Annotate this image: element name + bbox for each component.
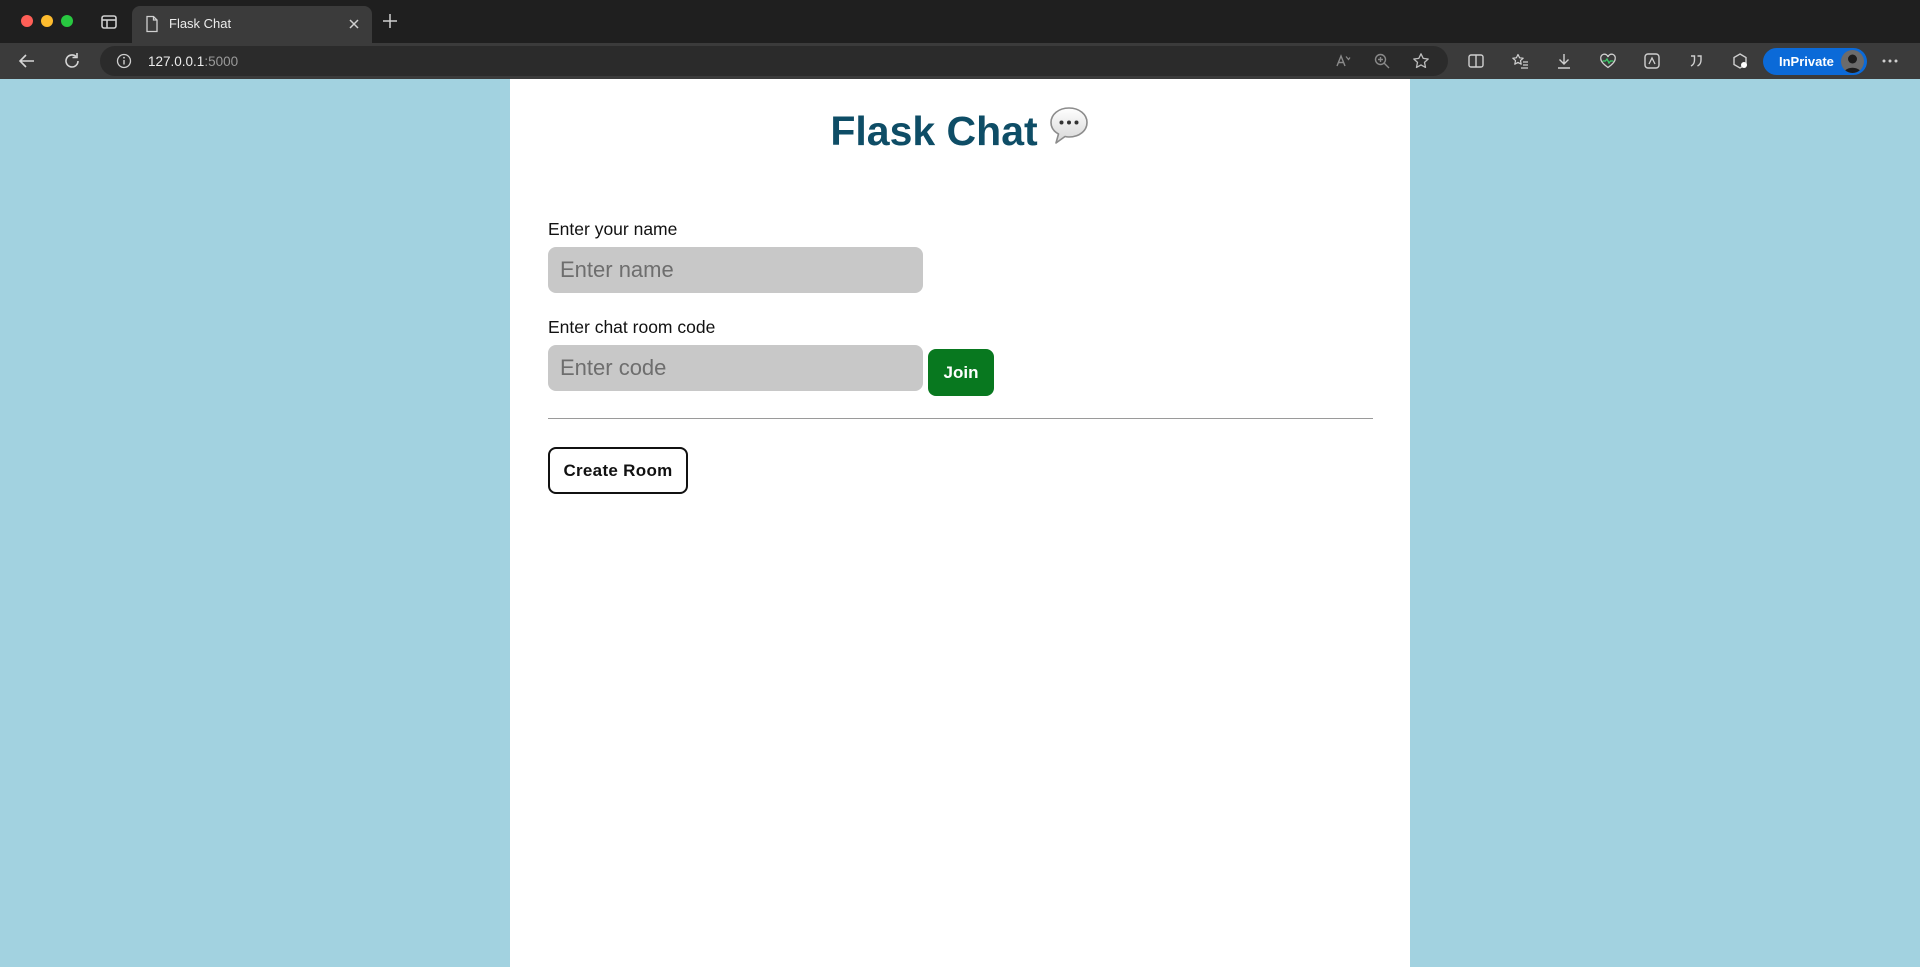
quote-icon[interactable] <box>1687 52 1705 70</box>
profile-icon <box>1844 54 1861 73</box>
more-options-icon[interactable] <box>1880 52 1900 70</box>
split-screen-icon[interactable] <box>1467 52 1485 70</box>
browser-tab-bar: Flask Chat <box>0 0 1920 43</box>
name-label: Enter your name <box>548 219 678 239</box>
downloads-icon[interactable] <box>1555 52 1573 70</box>
page-title: Flask Chat <box>510 105 1410 155</box>
favorites-icon[interactable] <box>1511 52 1529 70</box>
inprivate-badge[interactable]: InPrivate <box>1763 48 1867 75</box>
name-input[interactable] <box>548 247 923 293</box>
read-aloud-icon[interactable] <box>1334 52 1352 70</box>
divider <box>548 418 1373 419</box>
site-info-icon[interactable] <box>116 53 132 69</box>
speech-bubble-icon <box>1049 107 1088 144</box>
new-tab-icon[interactable] <box>382 13 398 29</box>
create-room-button[interactable]: Create Room <box>548 447 688 494</box>
url-text: 127.0.0.1:5000 <box>148 54 238 69</box>
room-code-input[interactable] <box>548 345 923 391</box>
avatar <box>1841 50 1864 73</box>
address-bar[interactable]: 127.0.0.1:5000 <box>100 46 1448 76</box>
url-port: :5000 <box>204 54 239 69</box>
tab-title: Flask Chat <box>169 16 232 31</box>
window-close-button[interactable] <box>21 15 33 27</box>
zoom-icon[interactable] <box>1373 52 1391 70</box>
web-capture-icon[interactable] <box>1643 52 1661 70</box>
room-code-label: Enter chat room code <box>548 317 716 337</box>
tab-actions-icon[interactable] <box>99 12 119 32</box>
browser-essentials-icon[interactable] <box>1599 52 1617 70</box>
favorite-star-icon[interactable] <box>1412 52 1430 70</box>
page-title-text: Flask Chat <box>830 108 1038 154</box>
refresh-icon[interactable] <box>62 51 82 71</box>
back-icon[interactable] <box>17 51 37 71</box>
browser-toolbar: 127.0.0.1:5000 InPrivate <box>0 43 1920 79</box>
url-host: 127.0.0.1 <box>148 54 205 69</box>
window-maximize-button[interactable] <box>61 15 73 27</box>
join-button[interactable]: Join <box>928 349 994 396</box>
page-icon <box>146 15 158 33</box>
window-minimize-button[interactable] <box>41 15 53 27</box>
extensions-icon[interactable] <box>1731 52 1749 70</box>
content-card: Flask Chat Enter your name Enter chat ro… <box>510 79 1410 967</box>
browser-tab[interactable]: Flask Chat <box>132 6 372 43</box>
inprivate-label: InPrivate <box>1779 54 1834 69</box>
tab-close-icon[interactable] <box>348 18 360 30</box>
page-viewport: Flask Chat Enter your name Enter chat ro… <box>0 79 1920 967</box>
